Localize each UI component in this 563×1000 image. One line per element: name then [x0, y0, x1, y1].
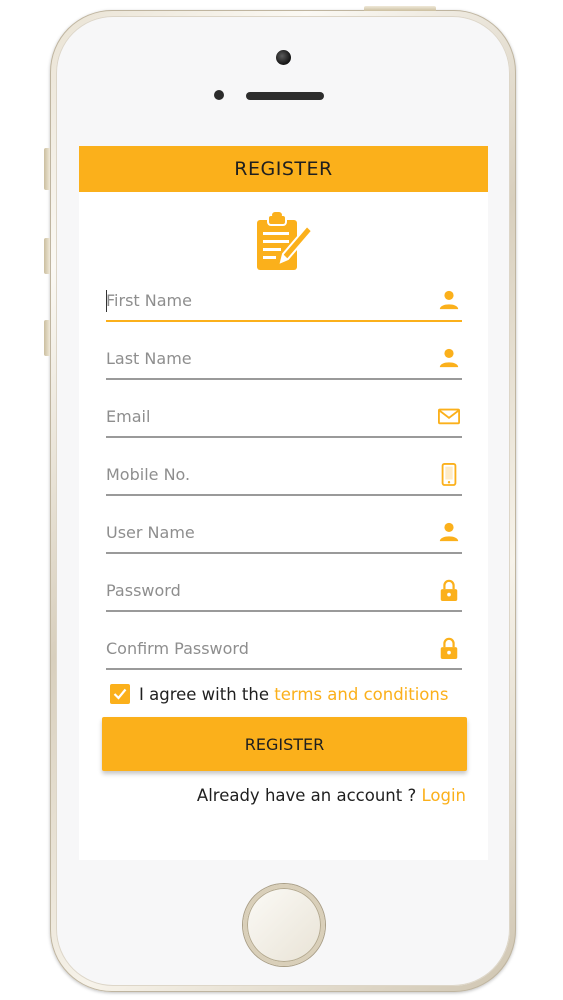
terms-label: I agree with the	[139, 684, 275, 704]
header-bar: REGISTER	[79, 146, 488, 192]
mail-icon	[438, 408, 460, 425]
field-underline	[106, 436, 462, 438]
clipboard-edit-icon	[257, 212, 313, 270]
last-name-input[interactable]	[106, 340, 426, 376]
checkmark-icon	[113, 688, 127, 700]
user-icon	[439, 522, 459, 542]
confirm-password-input[interactable]	[106, 630, 426, 666]
username-input[interactable]	[106, 514, 426, 550]
login-prompt: Already have an account ? Login	[197, 786, 466, 805]
email-input[interactable]	[106, 398, 426, 434]
volume-down-button	[44, 320, 50, 356]
home-button[interactable]	[243, 884, 325, 966]
front-camera	[276, 50, 291, 65]
first-name-field[interactable]	[106, 282, 462, 322]
volume-up-button	[44, 238, 50, 274]
field-underline	[106, 610, 462, 612]
login-link[interactable]: Login	[421, 786, 466, 805]
lock-icon	[440, 579, 458, 601]
mobile-field[interactable]	[106, 456, 462, 496]
app-screen: REGISTER First Name Last Name Email Mobi…	[79, 146, 488, 860]
page-title: REGISTER	[234, 158, 333, 180]
user-icon	[439, 348, 459, 368]
power-button	[364, 6, 436, 11]
mobile-input[interactable]	[106, 456, 426, 492]
field-underline	[106, 494, 462, 496]
terms-link[interactable]: terms and conditions	[274, 685, 448, 704]
login-prompt-text: Already have an account ?	[196, 786, 422, 805]
email-field[interactable]	[106, 398, 462, 438]
first-name-input[interactable]	[106, 282, 426, 318]
password-field[interactable]	[106, 572, 462, 612]
confirm-password-field[interactable]	[106, 630, 462, 670]
field-underline	[106, 668, 462, 670]
field-underline	[106, 552, 462, 554]
terms-agreement: I agree with the terms and conditions	[110, 683, 448, 705]
mobile-icon	[441, 463, 457, 486]
mute-switch	[44, 148, 50, 190]
terms-text: I agree with the terms and conditions	[139, 685, 448, 704]
proximity-sensor	[214, 90, 224, 100]
username-field[interactable]	[106, 514, 462, 554]
last-name-field[interactable]	[106, 340, 462, 380]
lock-icon	[440, 637, 458, 659]
text-cursor	[106, 290, 107, 312]
field-underline	[106, 320, 462, 322]
earpiece-speaker	[246, 92, 324, 100]
field-underline	[106, 378, 462, 380]
user-icon	[439, 290, 459, 310]
password-input[interactable]	[106, 572, 426, 608]
terms-checkbox[interactable]	[110, 684, 130, 704]
register-button[interactable]: REGISTER	[102, 717, 467, 771]
